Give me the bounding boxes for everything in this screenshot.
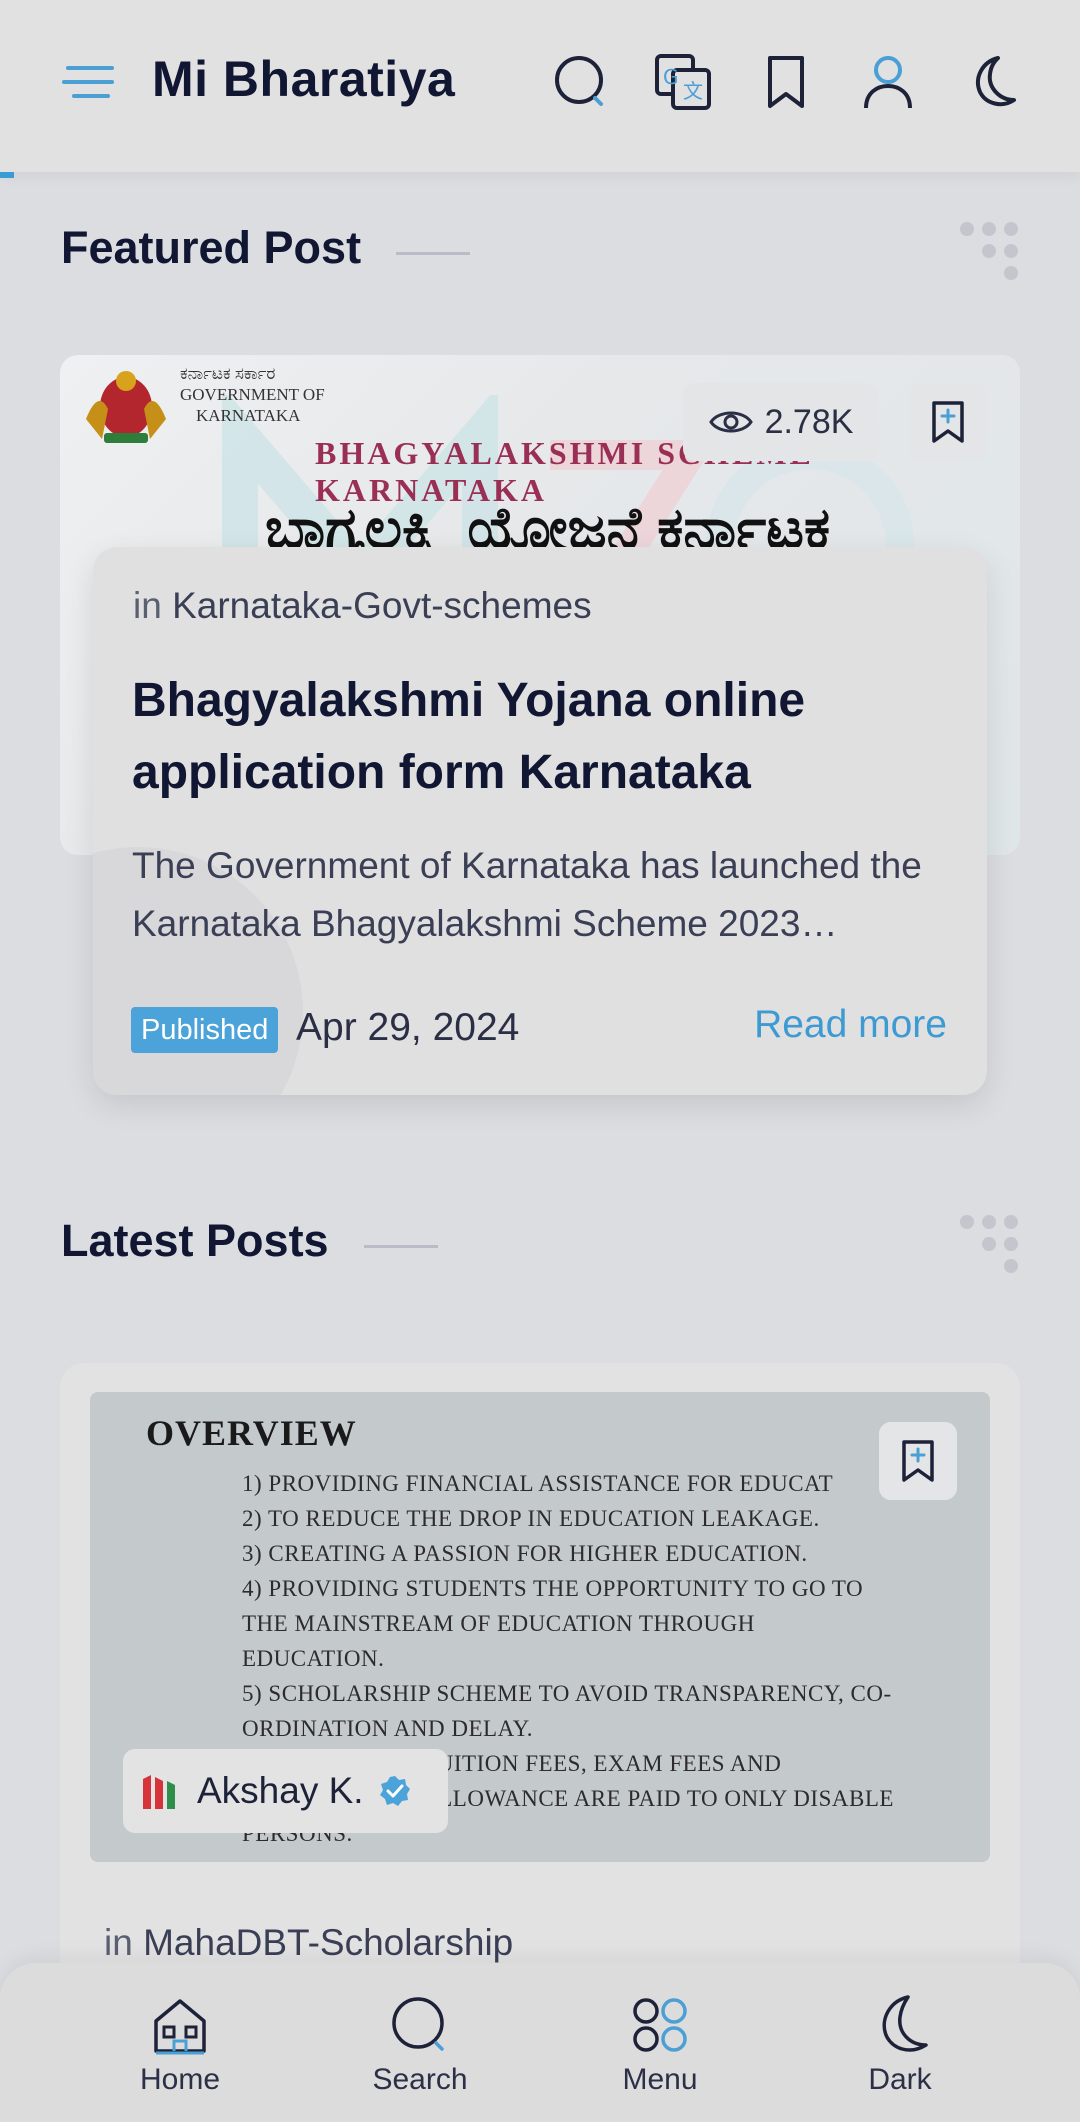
nav-menu[interactable]: Menu <box>560 1993 760 2097</box>
nav-dark-label: Dark <box>868 2063 932 2096</box>
bottom-navigation: Home Search Menu Dark <box>0 1963 1080 2122</box>
title-divider <box>396 252 470 255</box>
featured-post-title[interactable]: Bhagyalakshmi Yojana online application … <box>132 665 952 809</box>
author-chip[interactable]: Akshay K. <box>123 1749 448 1833</box>
image-overview-heading: OVERVIEW <box>146 1413 357 1453</box>
nav-home[interactable]: Home <box>80 1993 280 2097</box>
category-link[interactable]: MahaDBT-Scholarship <box>143 1922 513 1963</box>
overview-line: 1) Providing financial assistance for ed… <box>242 1471 834 1496</box>
latest-category[interactable]: in MahaDBT-Scholarship <box>104 1922 513 1964</box>
author-name: Akshay K. <box>197 1770 364 1811</box>
nav-menu-label: Menu <box>622 2063 698 2096</box>
search-icon <box>392 1997 444 2051</box>
featured-post-card[interactable]: in Karnataka-Govt-schemes Bhagyalakshmi … <box>93 547 987 1095</box>
bookmark-add-icon <box>932 401 964 443</box>
nav-search[interactable]: Search <box>320 1993 520 2097</box>
overview-line: education. <box>242 1646 385 1671</box>
nav-search-label: Search <box>372 2063 468 2096</box>
eye-icon <box>708 411 753 433</box>
moon-icon <box>882 1995 928 2052</box>
bookmark-add-icon <box>902 1440 934 1482</box>
overview-line: 2) To reduce the drop in education leaka… <box>242 1506 820 1531</box>
verified-badge-icon <box>379 1776 410 1806</box>
hamburger-menu-icon[interactable] <box>62 60 118 104</box>
gov-line-2: KARNATAKA <box>196 406 301 425</box>
brand-title[interactable]: Mi Bharatiya <box>152 50 455 108</box>
views-count: 2.78K <box>764 402 854 441</box>
overview-line: 3) Creating a passion for higher educati… <box>242 1541 808 1566</box>
menu-grid-icon <box>633 1998 687 2052</box>
reading-progress <box>0 172 14 178</box>
category-link[interactable]: Karnataka-Govt-schemes <box>172 585 592 626</box>
user-icon[interactable] <box>858 52 918 112</box>
title-divider <box>364 1245 438 1248</box>
latest-section-title: Latest Posts <box>61 1215 329 1266</box>
top-app-bar: Mi Bharatiya G文 <box>0 0 1080 172</box>
featured-post-excerpt: The Government of Karnataka has launched… <box>132 845 922 944</box>
home-icon <box>154 1999 206 2055</box>
overview-line: the mainstream of education through <box>242 1611 755 1636</box>
overview-line: 5) Scholarship scheme to avoid transpare… <box>242 1681 892 1706</box>
featured-category[interactable]: in Karnataka-Govt-schemes <box>133 585 592 627</box>
views-counter: 2.78K <box>683 383 879 461</box>
moon-icon[interactable] <box>960 52 1020 112</box>
post-date: Apr 29, 2024 <box>296 1006 520 1049</box>
author-avatar <box>143 1775 175 1809</box>
search-icon[interactable] <box>551 52 611 112</box>
bookmark-icon[interactable] <box>756 52 816 112</box>
status-badge: Published <box>131 1007 279 1053</box>
gov-line-kannada: ಕರ್ನಾಟಕ ಸರ್ಕಾರ <box>180 364 276 383</box>
gov-line-1: GOVERNMENT OF <box>180 385 325 404</box>
read-more-link[interactable]: Read more <box>754 1003 947 1047</box>
dots-decoration-icon <box>960 222 1024 286</box>
category-prefix: in <box>133 585 162 626</box>
overview-line: ordination and delay. <box>242 1716 533 1741</box>
category-prefix: in <box>104 1922 133 1963</box>
featured-section-title: Featured Post <box>61 222 362 273</box>
karnataka-emblem <box>86 371 166 443</box>
overview-line: 4) Providing students the opportunity to… <box>242 1576 864 1601</box>
dots-decoration-icon <box>960 1215 1024 1279</box>
svg-text:文: 文 <box>683 79 703 103</box>
latest-bookmark-button[interactable] <box>879 1422 957 1500</box>
nav-home-label: Home <box>139 2063 221 2096</box>
featured-bookmark-button[interactable] <box>909 383 987 461</box>
government-label: ಕರ್ನಾಟಕ ಸರ್ಕಾರ GOVERNMENT OF KARNATAKA <box>180 363 325 426</box>
nav-dark[interactable]: Dark <box>800 1993 1000 2097</box>
translate-icon[interactable]: G文 <box>653 52 713 112</box>
svg-text:G: G <box>663 65 679 89</box>
